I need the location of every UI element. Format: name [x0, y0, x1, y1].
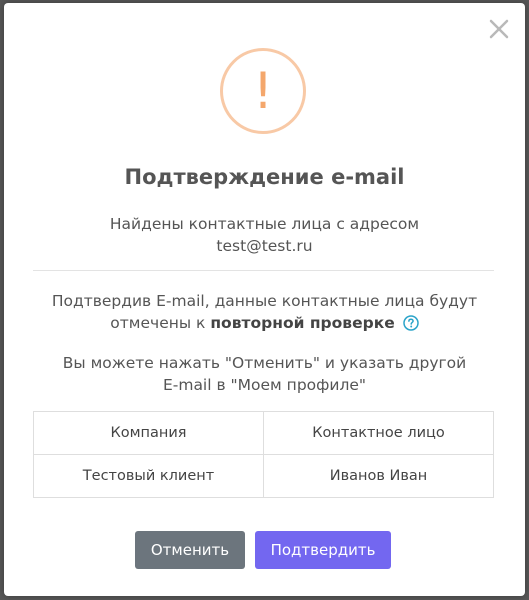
question-circle-icon[interactable]: [402, 315, 419, 331]
table-row: Тестовый клиент Иванов Иван: [33, 454, 494, 498]
warning-mark: !: [252, 62, 274, 120]
table-header-row: Компания Контактное лицо: [33, 411, 494, 455]
cancel-hint: Вы можете нажать "Отменить" и указать др…: [4, 352, 525, 396]
found-contacts-line: Найдены контактные лица с адресом: [109, 215, 420, 233]
cancel-hint-line-2: E-mail в "Моем профиле": [162, 376, 367, 394]
confirm-button[interactable]: Подтвердить: [255, 531, 391, 569]
confirm-line-1: Подтвердив E-mail, данные контактные лиц…: [51, 292, 478, 310]
cancel-button[interactable]: Отменить: [135, 531, 245, 569]
confirm-explanation: Подтвердив E-mail, данные контактные лиц…: [4, 290, 525, 334]
cell-company: Тестовый клиент: [33, 454, 264, 498]
found-contacts-text: Найдены контактные лица с адресом test@t…: [4, 213, 525, 257]
email-confirm-dialog: ! Подтверждение e-mail Найдены контактны…: [4, 3, 525, 596]
divider: [33, 270, 494, 271]
recheck-label: повторной проверке: [210, 314, 395, 332]
column-header-contact: Контактное лицо: [263, 411, 494, 455]
found-email: test@test.ru: [216, 237, 313, 255]
close-icon[interactable]: [488, 18, 510, 40]
contacts-table: Компания Контактное лицо Тестовый клиент…: [33, 411, 494, 498]
cancel-hint-line-1: Вы можете нажать "Отменить" и указать др…: [62, 354, 467, 372]
confirm-line-2: отмечены к повторной проверке: [4, 312, 525, 334]
column-header-company: Компания: [33, 411, 264, 455]
dialog-title: Подтверждение e-mail: [124, 165, 405, 189]
warning-icon: !: [220, 48, 306, 134]
confirm-line-2-prefix: отмечены к: [110, 314, 206, 332]
cell-contact: Иванов Иван: [263, 454, 494, 498]
